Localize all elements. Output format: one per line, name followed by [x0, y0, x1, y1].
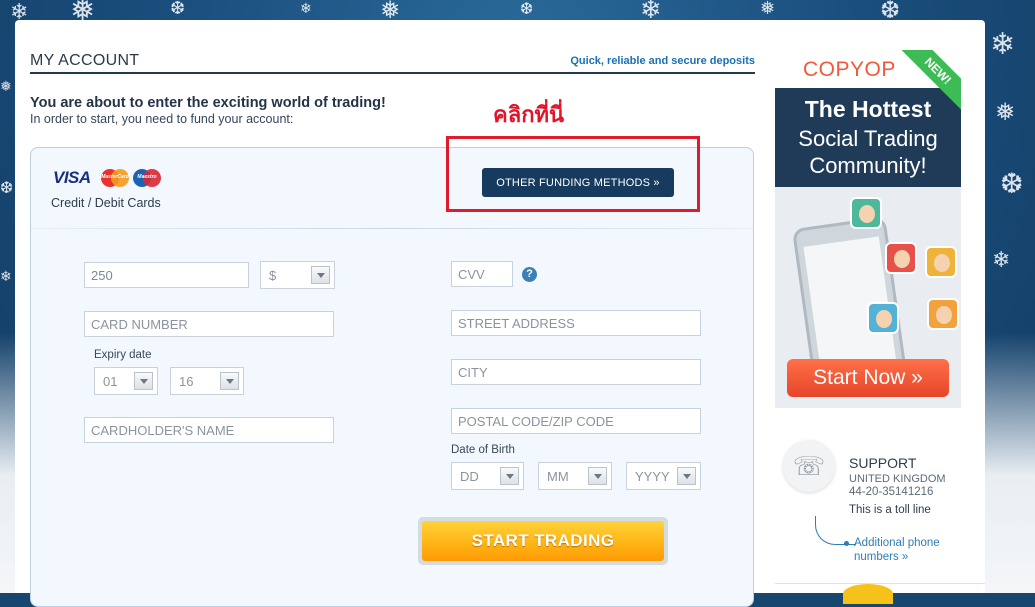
currency-value: $: [269, 268, 277, 283]
deposit-tagline: Quick, reliable and secure deposits: [570, 55, 755, 67]
support-icon-badge: ☏: [783, 440, 835, 492]
support-title: SUPPORT: [849, 455, 917, 471]
dob-year-value: YYYY: [635, 469, 670, 484]
date-of-birth-label: Date of Birth: [451, 444, 515, 456]
credit-debit-cards-label: Credit / Debit Cards: [51, 196, 161, 210]
snowflake-icon: ❄: [300, 1, 312, 17]
snowflake-icon: ❅: [760, 0, 776, 19]
expiry-date-label: Expiry date: [94, 349, 152, 361]
ad-headline: The Hottest: [804, 96, 932, 122]
copyop-ad-banner[interactable]: COPYOP NEW! The Hottest Social Trading C…: [775, 50, 961, 408]
ad-header: COPYOP NEW! The Hottest Social Trading C…: [775, 50, 961, 187]
intro-heading: You are about to enter the exciting worl…: [30, 95, 386, 111]
page-title: MY ACCOUNT: [30, 52, 140, 69]
cvv-input[interactable]: [451, 261, 513, 287]
snowflake-icon: ❅: [995, 98, 1016, 126]
dob-month-select[interactable]: MM: [538, 462, 612, 490]
snowflake-icon: ❆: [880, 0, 901, 24]
card-number-input[interactable]: [84, 311, 334, 337]
intro-subtext: In order to start, you need to fund your…: [30, 112, 294, 126]
city-input[interactable]: [451, 359, 701, 385]
phone-icon: ☏: [792, 451, 826, 481]
panel-divider: [31, 228, 753, 229]
support-toll-note: This is a toll line: [849, 504, 931, 516]
street-address-input[interactable]: [451, 310, 701, 336]
expiry-year-select[interactable]: 16: [170, 367, 244, 395]
support-phone-number: 44-20-35141216: [849, 486, 934, 498]
chevron-down-icon: [134, 372, 153, 390]
chevron-down-icon: [311, 266, 330, 284]
funding-form-panel: VISA MasterCard Maestro Credit / Debit C…: [30, 147, 754, 607]
dob-month-value: MM: [547, 469, 569, 484]
page-container: MY ACCOUNT Quick, reliable and secure de…: [15, 20, 985, 607]
expiry-month-select[interactable]: 01: [94, 367, 158, 395]
start-now-button[interactable]: Start Now »: [787, 359, 949, 397]
currency-select[interactable]: $: [260, 261, 335, 289]
snowflake-icon: ❆: [520, 0, 534, 18]
visa-logo: VISA: [53, 168, 91, 187]
snowflake-icon: ❆: [1000, 167, 1024, 200]
dob-year-select[interactable]: YYYY: [626, 462, 701, 490]
click-here-annotation: คลิกที่นี่: [493, 102, 565, 127]
snowflake-icon: ❆: [170, 0, 186, 19]
postal-code-input[interactable]: [451, 408, 701, 434]
ad-headline-line2: Social Trading: [798, 126, 938, 151]
avatar: [925, 246, 957, 278]
dob-day-select[interactable]: DD: [451, 462, 524, 490]
chevron-down-icon: [500, 467, 519, 485]
snowflake-icon: ❄: [0, 269, 12, 285]
start-trading-frame: START TRADING: [418, 517, 668, 565]
avatar: [927, 298, 959, 330]
award-badge: [843, 584, 893, 604]
mastercard-logo: MasterCard: [99, 168, 131, 188]
snowflake-icon: ❆: [0, 178, 14, 197]
snowflake-icon: ❅: [0, 79, 12, 95]
chevron-down-icon: [677, 467, 696, 485]
connector-dot: [844, 541, 849, 546]
dob-day-value: DD: [460, 469, 479, 484]
connector-line: [815, 516, 856, 545]
additional-phone-numbers-link[interactable]: Additional phone numbers »: [854, 536, 964, 564]
start-trading-button[interactable]: START TRADING: [422, 521, 664, 561]
avatar: [850, 197, 882, 229]
highlight-box: [446, 136, 700, 212]
page-header: MY ACCOUNT Quick, reliable and secure de…: [30, 50, 755, 74]
expiry-month-value: 01: [103, 374, 118, 389]
support-divider: [775, 583, 985, 584]
snowflake-icon: ❄: [990, 27, 1016, 62]
snowflake-icon: ❅: [380, 0, 401, 24]
avatar: [885, 242, 917, 274]
chevron-down-icon: [588, 467, 607, 485]
copyop-logo: COPYOP: [803, 58, 896, 81]
support-block: ☏ SUPPORT UNITED KINGDOM 44-20-35141216 …: [775, 430, 985, 590]
chevron-down-icon: [220, 372, 239, 390]
snowflake-icon: ❄: [992, 248, 1011, 273]
help-icon[interactable]: ?: [522, 267, 537, 282]
expiry-year-value: 16: [179, 374, 194, 389]
amount-input[interactable]: [84, 262, 249, 288]
support-country: UNITED KINGDOM: [849, 473, 946, 485]
maestro-logo: Maestro: [131, 168, 163, 188]
avatar: [867, 302, 899, 334]
ad-headline-line3: Community!: [809, 153, 927, 178]
cardholder-name-input[interactable]: [84, 417, 334, 443]
